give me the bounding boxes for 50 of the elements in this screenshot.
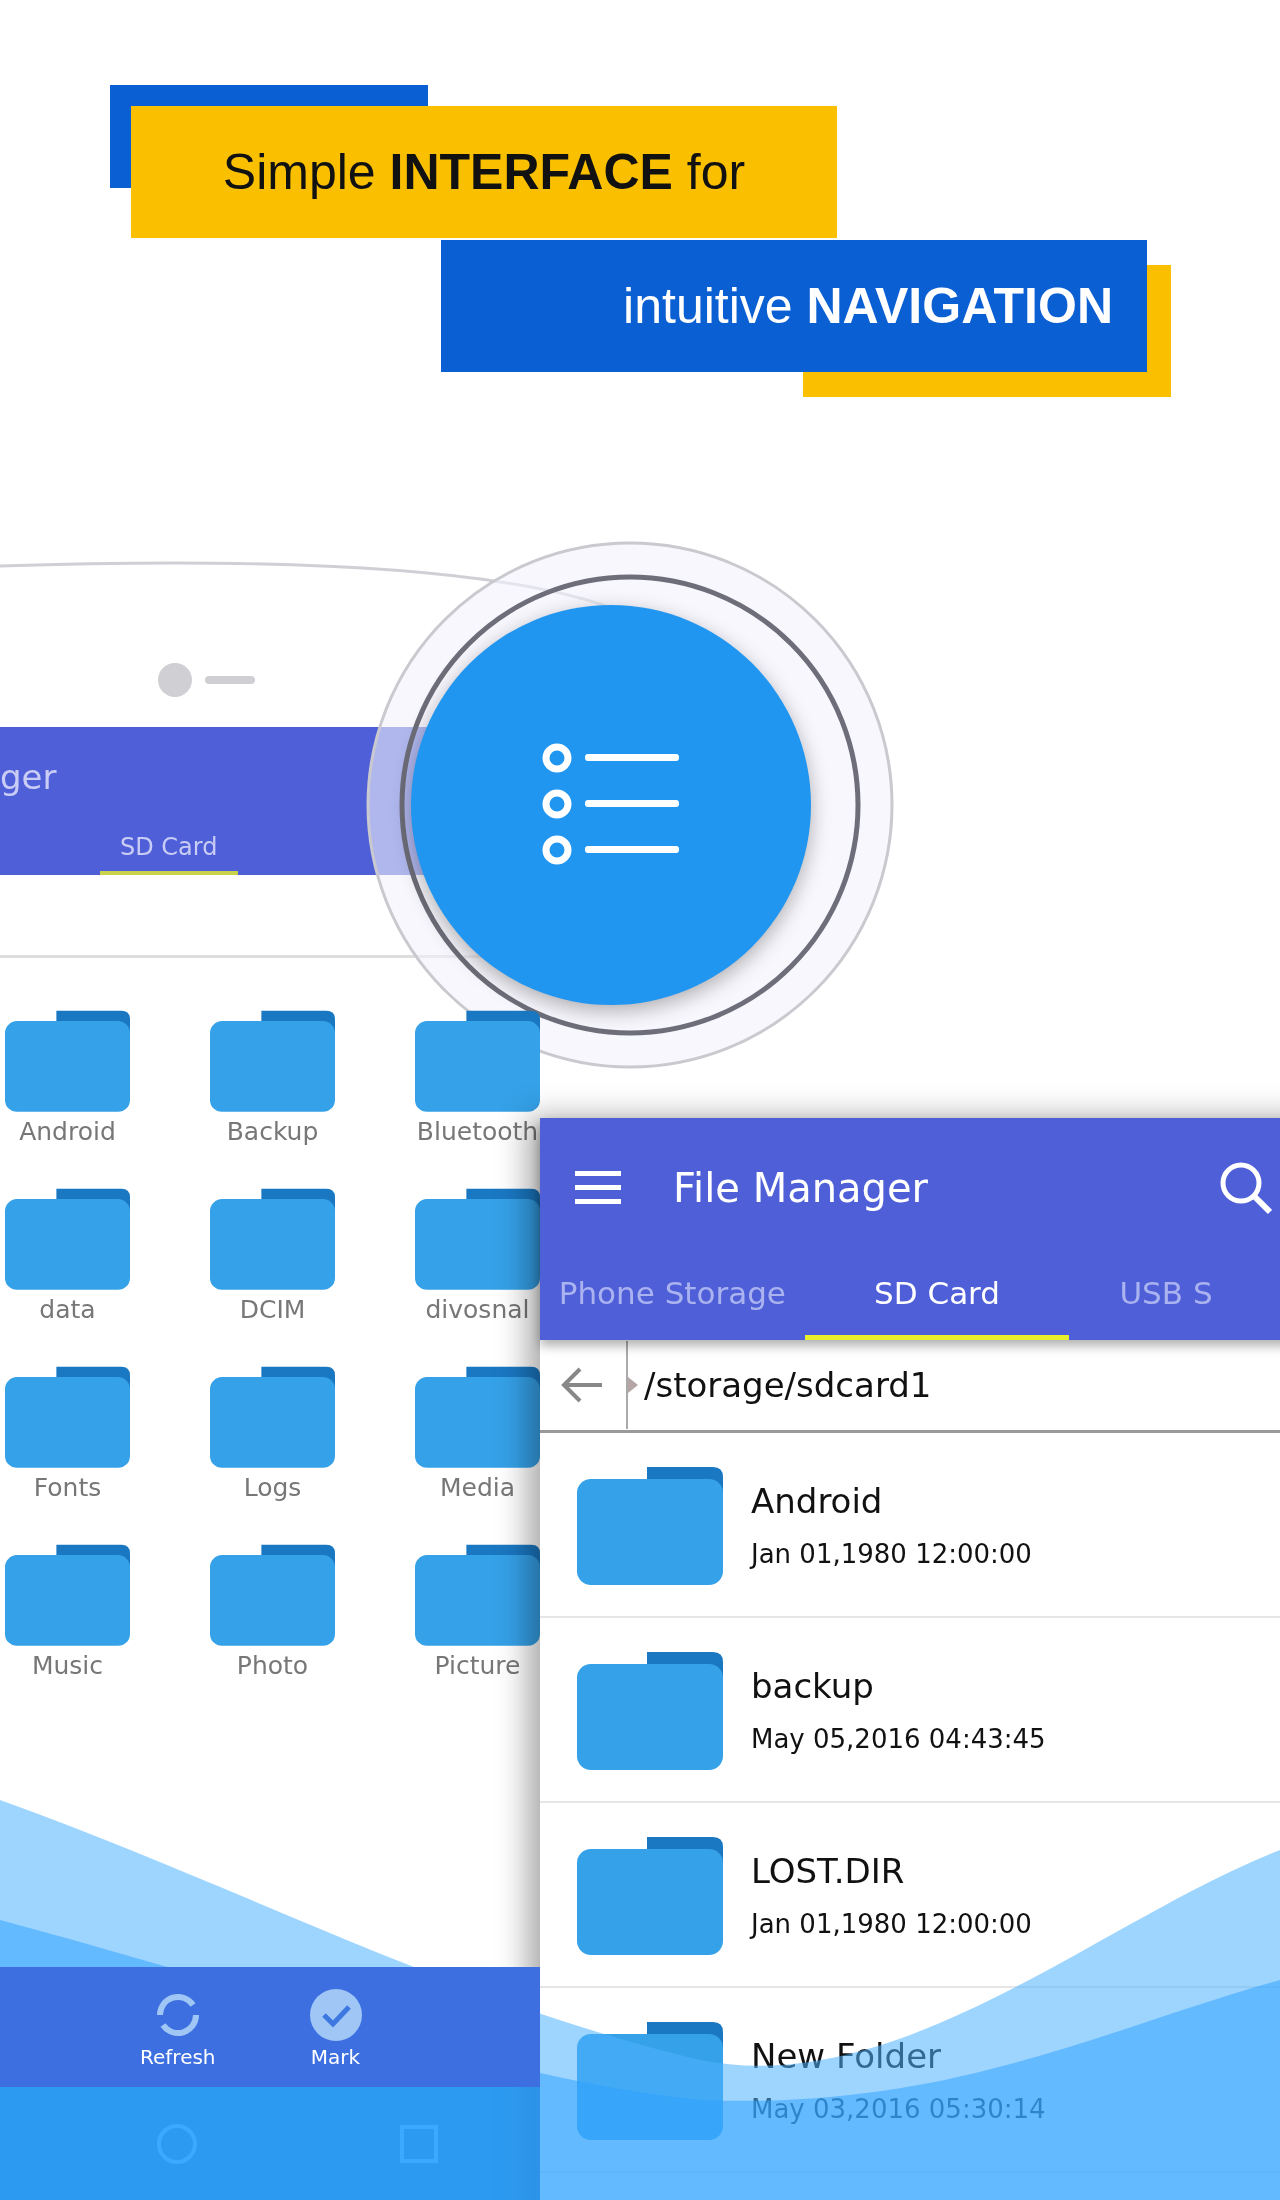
file-date: Jan 01,1980 12:00:00	[751, 1908, 1032, 1939]
file-name: Android	[751, 1480, 884, 1521]
folder-label: Photo	[236, 1651, 309, 1680]
app-title: File Manager	[673, 1165, 928, 1211]
file-row[interactable]: LOST.DIR Jan 01,1980 12:00:00	[540, 1803, 1280, 1988]
folder-icon[interactable]	[5, 1008, 130, 1113]
folder-label: Backup	[226, 1117, 319, 1146]
file-name: New Folder	[751, 2035, 943, 2076]
toolbar-label: Refresh	[140, 2045, 216, 2069]
folder-icon	[577, 1649, 723, 1770]
folder-label: Android	[19, 1117, 116, 1146]
menu-icon[interactable]	[575, 1171, 621, 1205]
app-title: ger	[0, 757, 57, 797]
folder-icon	[577, 1834, 723, 1955]
tab[interactable]: SD Card	[804, 1258, 1070, 1340]
file-name: backup	[751, 1665, 875, 1706]
folder-label: Picture	[434, 1651, 521, 1680]
folder-label: Logs	[243, 1473, 302, 1502]
folder-icon[interactable]	[415, 1186, 540, 1291]
folder-label: Media	[439, 1473, 516, 1502]
path-text: /storage/sdcard1	[644, 1365, 932, 1405]
folder-icon[interactable]	[5, 1542, 130, 1647]
list-view-button[interactable]	[411, 605, 811, 1005]
folder-label: divosnal	[425, 1295, 530, 1324]
folder-label: DCIM	[239, 1295, 306, 1324]
folder-icon[interactable]	[415, 1364, 540, 1469]
file-name: LOST.DIR	[751, 1850, 906, 1891]
folder-icon[interactable]	[5, 1364, 130, 1469]
folder-icon[interactable]	[415, 1542, 540, 1647]
tab[interactable]: SD Card	[100, 833, 238, 875]
folder-icon	[577, 1464, 723, 1585]
search-icon[interactable]	[1218, 1160, 1274, 1216]
folder-icon[interactable]	[5, 1186, 130, 1291]
folder-icon[interactable]	[210, 1364, 335, 1469]
toolbar-label: Mark	[310, 2045, 361, 2069]
folder-icon[interactable]	[210, 1186, 335, 1291]
headline-text: intuitive NAVIGATION	[623, 277, 1113, 335]
file-date: May 05,2016 04:43:45	[751, 1723, 1046, 1754]
file-date: Jan 01,1980 12:00:00	[751, 1538, 1032, 1569]
folder-label: Fonts	[33, 1473, 102, 1502]
file-row[interactable]: Android Jan 01,1980 12:00:00	[540, 1433, 1280, 1618]
file-row[interactable]: backup May 05,2016 04:43:45	[540, 1618, 1280, 1803]
folder-icon[interactable]	[415, 1008, 540, 1113]
folder-icon[interactable]	[210, 1008, 335, 1113]
folder-label: Music	[31, 1651, 104, 1680]
folder-label: data	[39, 1295, 96, 1324]
headline-text: Simple INTERFACE for	[222, 143, 746, 201]
folder-icon[interactable]	[210, 1542, 335, 1647]
folder-icon	[577, 2019, 723, 2140]
folder-label: Bluetooth	[416, 1117, 539, 1146]
